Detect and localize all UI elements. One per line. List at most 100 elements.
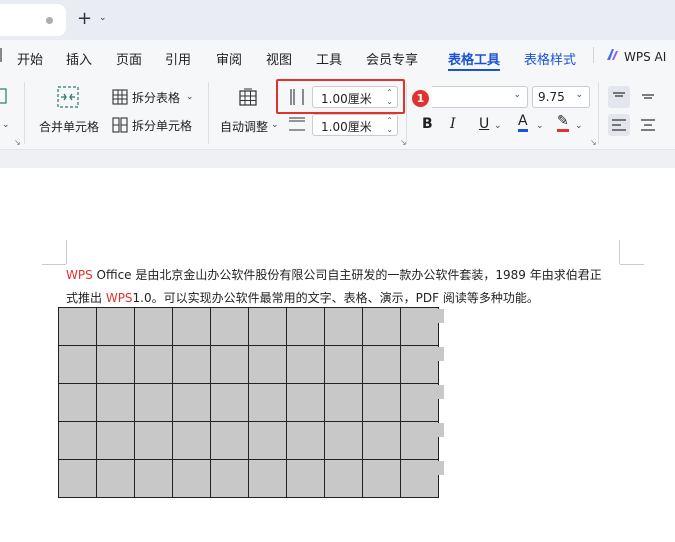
document-paragraph[interactable]: WPS Office 是由北京金山办公软件股份有限公司自主研发的一款办公软件套装…	[66, 264, 626, 310]
menu-review[interactable]: 审阅	[216, 49, 242, 68]
table-cell[interactable]	[96, 345, 135, 384]
table-cell[interactable]	[362, 383, 401, 422]
row-height-icon	[289, 117, 305, 131]
menu-wps-ai[interactable]: WPS AI	[624, 50, 666, 64]
table-cell[interactable]	[286, 345, 325, 384]
table-cell[interactable]	[134, 345, 173, 384]
bold-button[interactable]: B	[422, 116, 433, 132]
new-tab-dropdown-icon[interactable]: ⌄	[99, 13, 107, 23]
menu-home[interactable]: 开始	[17, 49, 43, 68]
table-cell[interactable]	[248, 345, 287, 384]
row-height-spinner[interactable]: ⌃ ⌄	[386, 116, 393, 134]
document-table[interactable]	[58, 307, 439, 498]
table-cell[interactable]	[400, 383, 439, 422]
auto-fit-chevron-icon[interactable]: ⌄	[271, 120, 279, 130]
menu-membership[interactable]: 会员专享	[366, 49, 418, 68]
table-cell[interactable]	[210, 383, 249, 422]
table-cell[interactable]	[134, 307, 173, 346]
table-cell[interactable]	[362, 345, 401, 384]
italic-button[interactable]: I	[450, 116, 456, 132]
table-cell[interactable]	[58, 383, 97, 422]
align-left-button[interactable]	[608, 114, 630, 136]
table-cell[interactable]	[324, 383, 363, 422]
table-cell[interactable]	[248, 307, 287, 346]
table-cell[interactable]	[210, 345, 249, 384]
table-cell[interactable]	[172, 421, 211, 460]
table-cell[interactable]	[58, 459, 97, 498]
split-cells-label[interactable]: 拆分单元格	[132, 117, 192, 134]
table-cell[interactable]	[324, 459, 363, 498]
table-cell[interactable]	[362, 307, 401, 346]
align-top-button[interactable]	[608, 86, 630, 108]
paragraph-line[interactable]: WPS Office 是由北京金山办公软件股份有限公司自主研发的一款办公软件套装…	[66, 264, 626, 287]
menu-view[interactable]: 视图	[266, 49, 292, 68]
table-cell[interactable]	[134, 421, 173, 460]
table-cell[interactable]	[210, 421, 249, 460]
table-cell[interactable]	[96, 421, 135, 460]
table-cell[interactable]	[172, 345, 211, 384]
table-cell[interactable]	[58, 421, 97, 460]
table-cell[interactable]	[248, 421, 287, 460]
table-cell[interactable]	[400, 421, 439, 460]
table-row	[58, 307, 439, 346]
table-cell[interactable]	[96, 459, 135, 498]
table-cell[interactable]	[96, 383, 135, 422]
split-table-icon[interactable]	[112, 89, 128, 105]
font-size-select[interactable]: 9.75 ⌄	[532, 86, 590, 108]
table-cell[interactable]	[58, 345, 97, 384]
menu-table-style[interactable]: 表格样式	[524, 49, 576, 68]
highlight-button[interactable]: ✎	[557, 114, 569, 132]
font-family-chevron-icon: ⌄	[513, 90, 521, 100]
menu-reference[interactable]: 引用	[165, 49, 191, 68]
table-cell[interactable]	[172, 383, 211, 422]
table-cell[interactable]	[248, 383, 287, 422]
table-cell[interactable]	[134, 383, 173, 422]
table-cell[interactable]	[400, 345, 439, 384]
underline-chevron-icon[interactable]: ⌄	[494, 121, 502, 131]
underline-button[interactable]: U	[479, 116, 489, 132]
table-cell[interactable]	[286, 307, 325, 346]
table-cell[interactable]	[400, 307, 439, 346]
auto-fit-label[interactable]: 自动调整	[220, 118, 268, 135]
row-height-input[interactable]: 1.00厘米 ⌃ ⌄	[312, 114, 398, 136]
merge-cells-icon[interactable]	[57, 86, 79, 108]
menu-page[interactable]: 页面	[116, 49, 142, 68]
table-cell[interactable]	[210, 459, 249, 498]
table-cell[interactable]	[324, 307, 363, 346]
menu-table-tools[interactable]: 表格工具	[448, 49, 500, 68]
table-cell[interactable]	[324, 421, 363, 460]
menu-insert[interactable]: 插入	[66, 49, 92, 68]
table-cell[interactable]	[286, 421, 325, 460]
table-cell[interactable]	[324, 345, 363, 384]
font-color-chevron-icon[interactable]: ⌄	[536, 121, 544, 131]
font-color-button[interactable]: A	[518, 114, 528, 132]
table-cell[interactable]	[96, 307, 135, 346]
highlight-chevron-icon[interactable]: ⌄	[575, 121, 583, 131]
new-tab-button[interactable]: +	[77, 9, 92, 29]
group-expand-icon[interactable]: ↘	[590, 138, 597, 147]
split-table-label[interactable]: 拆分表格	[132, 89, 180, 106]
auto-fit-icon[interactable]	[238, 88, 258, 108]
document-page[interactable]: WPS Office 是由北京金山办公软件股份有限公司自主研发的一款办公软件套装…	[0, 168, 675, 542]
table-cell[interactable]	[172, 307, 211, 346]
document-tab[interactable]	[0, 4, 66, 36]
split-cells-icon[interactable]	[112, 117, 128, 133]
merge-cells-label[interactable]: 合并单元格	[39, 118, 99, 135]
align-center-button[interactable]	[637, 114, 659, 136]
split-table-chevron-icon[interactable]: ⌄	[186, 92, 194, 102]
table-cell[interactable]	[134, 459, 173, 498]
menu-tools[interactable]: 工具	[316, 49, 342, 68]
table-cell[interactable]	[286, 383, 325, 422]
font-family-select[interactable]: ⌄	[432, 86, 528, 108]
table-cell[interactable]	[286, 459, 325, 498]
align-middle-button[interactable]	[637, 86, 659, 108]
table-cell[interactable]	[172, 459, 211, 498]
table-cell[interactable]	[362, 459, 401, 498]
group-expand-icon[interactable]: ↘	[14, 138, 21, 147]
table-cell[interactable]	[58, 307, 97, 346]
paragraph-text: 1.0。可以实现办公软件最常用的文字、表格、演示，PDF 阅读等多种功能。	[132, 291, 539, 305]
table-cell[interactable]	[248, 459, 287, 498]
table-cell[interactable]	[400, 459, 439, 498]
table-cell[interactable]	[210, 307, 249, 346]
table-cell[interactable]	[362, 421, 401, 460]
